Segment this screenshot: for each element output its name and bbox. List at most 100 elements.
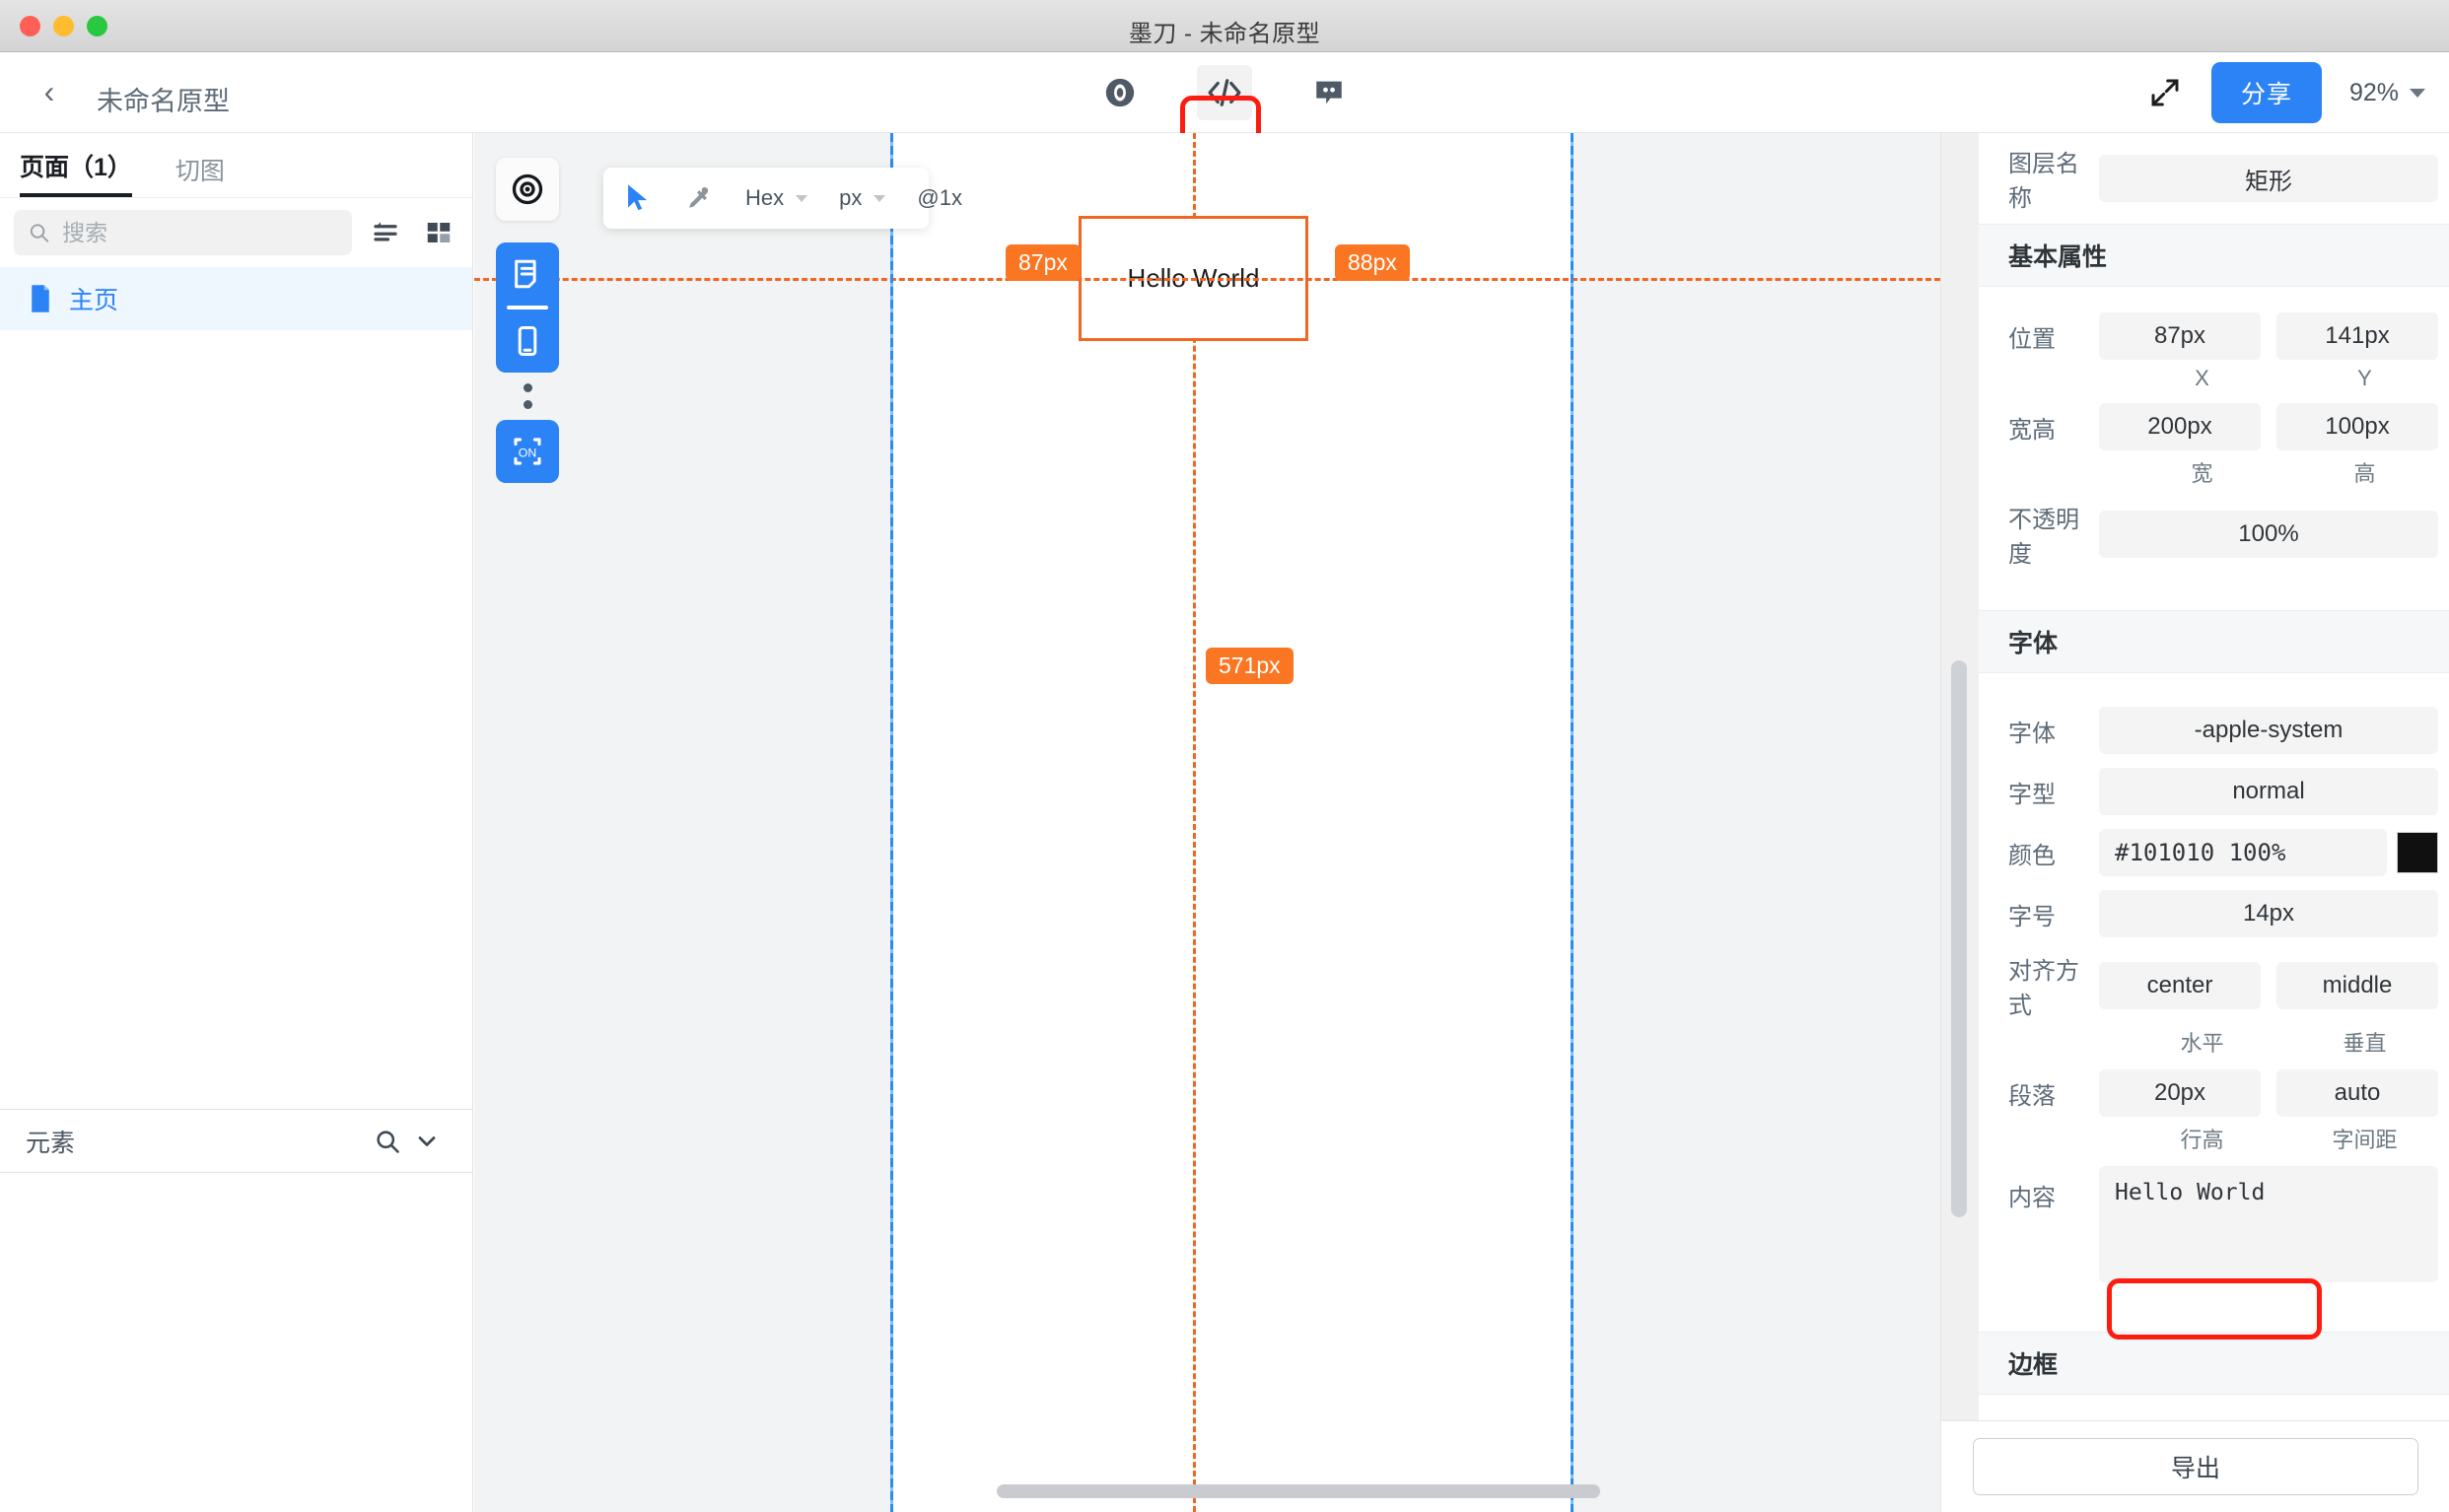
on-switch-icon[interactable]: ON [496, 420, 559, 483]
document-title: 未命名原型 [97, 87, 230, 116]
line-height-field[interactable]: 20px [2099, 1069, 2261, 1117]
page-list: 主页 [0, 267, 472, 330]
right-tool-group: 分享 92% [2142, 52, 2425, 133]
target-icon[interactable] [496, 158, 559, 221]
font-align-vertical-field[interactable]: middle [2276, 962, 2438, 1009]
size-label: 宽高 [2008, 416, 2056, 444]
elements-body [0, 1173, 472, 1512]
section-basic-properties: 基本属性 [1979, 224, 2449, 287]
more-dots-icon[interactable] [496, 373, 559, 420]
chevron-left-icon[interactable]: ‹ [32, 74, 67, 109]
font-align-horizontal-sublabel: 水平 [2180, 1031, 2224, 1056]
left-panel: 页面（1） 切图 搜索 主页 元素 [0, 133, 473, 1512]
measure-line-horizontal [474, 278, 1940, 281]
font-align-horizontal-field[interactable]: center [2099, 962, 2261, 1009]
position-y-field[interactable]: 141px [2276, 312, 2438, 360]
export-button[interactable]: 导出 [1973, 1438, 2418, 1495]
position-x-sublabel: X [2195, 366, 2209, 390]
eyedropper-icon[interactable] [684, 184, 712, 212]
font-align-label: 对齐方式 [2008, 958, 2079, 1019]
search-icon [30, 224, 49, 242]
search-box[interactable] [14, 210, 352, 255]
position-label: 位置 [2008, 325, 2056, 353]
artboard[interactable]: Hello World 87px 88px 571px [474, 133, 1940, 1512]
view-mode-group [496, 242, 559, 373]
window-title: 墨刀 - 未命名原型 [1128, 21, 1321, 47]
properties-scrollbar-thumb[interactable] [1951, 660, 1967, 1217]
chevron-down-icon [2410, 88, 2425, 98]
measure-badge-left: 87px [1006, 244, 1081, 281]
opacity-label: 不透明度 [2008, 507, 2079, 568]
elements-title: 元素 [26, 1129, 76, 1157]
position-x-field[interactable]: 87px [2099, 312, 2261, 360]
left-panel-tabs: 页面（1） 切图 [0, 133, 472, 198]
chevron-down-icon[interactable] [796, 194, 808, 202]
opacity-field[interactable]: 100% [2099, 511, 2438, 558]
share-button[interactable]: 分享 [2210, 62, 2322, 123]
page-search-row [0, 198, 472, 267]
position-y-sublabel: Y [2357, 366, 2372, 390]
search-input[interactable] [62, 219, 338, 246]
document-icon[interactable] [496, 242, 559, 306]
chevron-down-icon[interactable] [407, 1122, 447, 1161]
font-color-swatch[interactable] [2397, 832, 2438, 873]
page-icon [32, 285, 49, 312]
grid-view-icon[interactable] [419, 213, 458, 252]
layer-name-row: 图层名称 矩形 [1979, 133, 2449, 224]
chevron-down-icon[interactable] [874, 194, 886, 202]
font-align-row: 对齐方式 center middle [1979, 951, 2449, 1020]
center-tool-group [1092, 52, 1357, 133]
font-size-row: 字号 14px [1979, 890, 2449, 937]
opacity-row: 不透明度 100% [1979, 500, 2449, 569]
scale-value[interactable]: @1x [917, 185, 962, 211]
tab-slices[interactable]: 切图 [175, 152, 225, 197]
font-style-field[interactable]: normal [2099, 768, 2438, 815]
window-titlebar: 墨刀 - 未命名原型 [0, 0, 2449, 52]
font-color-row: 颜色 #101010 100% [1979, 829, 2449, 876]
artboard-guide-right [1571, 133, 1574, 1512]
font-family-field[interactable]: -apple-system [2099, 707, 2438, 754]
list-item-label: 主页 [69, 287, 119, 314]
section-border: 边框 [1979, 1332, 2449, 1395]
size-height-sublabel: 高 [2353, 461, 2376, 486]
properties-content: 图层名称 矩形 基本属性 位置 87px 141px X Y 宽高 200px … [1979, 133, 2449, 1476]
properties-scrollbar-track[interactable] [1941, 133, 1979, 1512]
font-color-field[interactable]: #101010 100% [2099, 829, 2387, 876]
export-bar: 导出 [1941, 1420, 2449, 1512]
measure-badge-bottom: 571px [1206, 648, 1294, 684]
letter-spacing-field[interactable]: auto [2276, 1069, 2438, 1117]
cursor-icon[interactable] [625, 183, 653, 213]
color-format-value[interactable]: Hex [745, 185, 784, 211]
letter-spacing-sublabel: 字间距 [2332, 1128, 2398, 1152]
elements-header: 元素 [0, 1109, 472, 1173]
font-size-field[interactable]: 14px [2099, 890, 2438, 937]
comment-icon[interactable] [1301, 65, 1357, 120]
size-width-field[interactable]: 200px [2099, 403, 2261, 450]
eye-icon[interactable] [1092, 65, 1148, 120]
size-height-field[interactable]: 100px [2276, 403, 2438, 450]
position-sublabels: X Y [1979, 360, 2449, 391]
section-font: 字体 [1979, 610, 2449, 673]
font-color-label: 颜色 [2008, 842, 2056, 869]
layer-name-field[interactable]: 矩形 [2099, 155, 2438, 202]
font-style-label: 字型 [2008, 781, 2056, 808]
size-sublabels: 宽 高 [1979, 450, 2449, 488]
position-row: 位置 87px 141px [1979, 312, 2449, 360]
canvas-area[interactable]: Hello World 87px 88px 571px Hex px @1x O… [474, 133, 1940, 1512]
mobile-icon[interactable] [496, 309, 559, 373]
expand-icon[interactable] [2142, 70, 2188, 115]
list-item[interactable]: 主页 [0, 267, 472, 330]
unit-value[interactable]: px [839, 185, 862, 211]
zoom-value: 92% [2348, 78, 2399, 106]
line-height-sublabel: 行高 [2180, 1128, 2224, 1152]
code-icon[interactable] [1197, 65, 1252, 120]
canvas-horizontal-scrollbar[interactable] [997, 1484, 1600, 1498]
zoom-control[interactable]: 92% [2349, 79, 2425, 107]
content-field[interactable]: Hello World [2099, 1166, 2438, 1282]
paragraph-label: 段落 [2008, 1082, 2056, 1110]
tab-pages[interactable]: 页面（1） [20, 148, 132, 197]
search-icon[interactable] [368, 1122, 407, 1161]
sort-icon[interactable] [366, 213, 405, 252]
font-family-label: 字体 [2008, 720, 2056, 747]
size-width-sublabel: 宽 [2191, 461, 2213, 486]
